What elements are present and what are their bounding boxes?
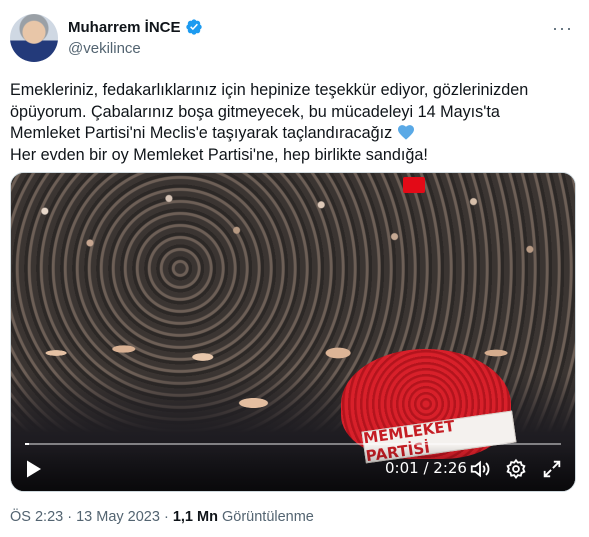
views-label: Görüntülenme	[221, 509, 314, 525]
tweet-time[interactable]: ÖS 2:23	[10, 509, 63, 525]
author-name[interactable]: Muharrem İNCE	[68, 19, 181, 36]
play-icon[interactable]	[25, 459, 43, 479]
video-progress-bar[interactable]	[25, 443, 561, 445]
avatar[interactable]	[10, 14, 58, 62]
tweet-date[interactable]: 13 May 2023	[76, 509, 160, 525]
views-count: 1,1 Mn	[172, 509, 218, 525]
tweet-meta: ÖS 2:23 · 13 May 2023 · 1,1 Mn Görüntüle…	[10, 509, 314, 525]
meta-separator: ·	[63, 509, 77, 525]
video-player[interactable]: MEMLEKET PARTİSİ 0:01 / 2:26	[10, 172, 576, 492]
blue-heart-icon	[397, 125, 414, 140]
author-handle[interactable]: @vekilince	[68, 40, 141, 57]
tweet-line-3: Memleket Partisi'ni Meclis'e taşıyarak t…	[10, 124, 393, 142]
verified-badge-icon[interactable]	[185, 18, 203, 36]
tweet-text: Emekleriniz, fedakarlıklarınız için hepi…	[10, 80, 578, 166]
author-name-row: Muharrem İNCE	[68, 18, 203, 36]
settings-gear-icon[interactable]	[505, 458, 527, 480]
tweet-line-4: Her evden bir oy Memleket Partisi'ne, he…	[10, 145, 428, 164]
volume-icon[interactable]	[469, 458, 491, 480]
tweet-header: Muharrem İNCE @vekilince ···	[10, 14, 579, 66]
meta-separator-2: ·	[159, 509, 173, 525]
turkish-flag-image	[403, 177, 425, 193]
fullscreen-icon[interactable]	[541, 458, 563, 480]
video-time: 0:01 / 2:26	[385, 459, 467, 477]
tweet-line-2: öpüyorum. Çabalarınız boşa gitmeyecek, b…	[10, 102, 500, 121]
more-icon[interactable]: ···	[552, 18, 573, 39]
tweet-line-1: Emekleriniz, fedakarlıklarınız için hepi…	[10, 81, 529, 99]
video-progress-fill	[25, 443, 29, 445]
